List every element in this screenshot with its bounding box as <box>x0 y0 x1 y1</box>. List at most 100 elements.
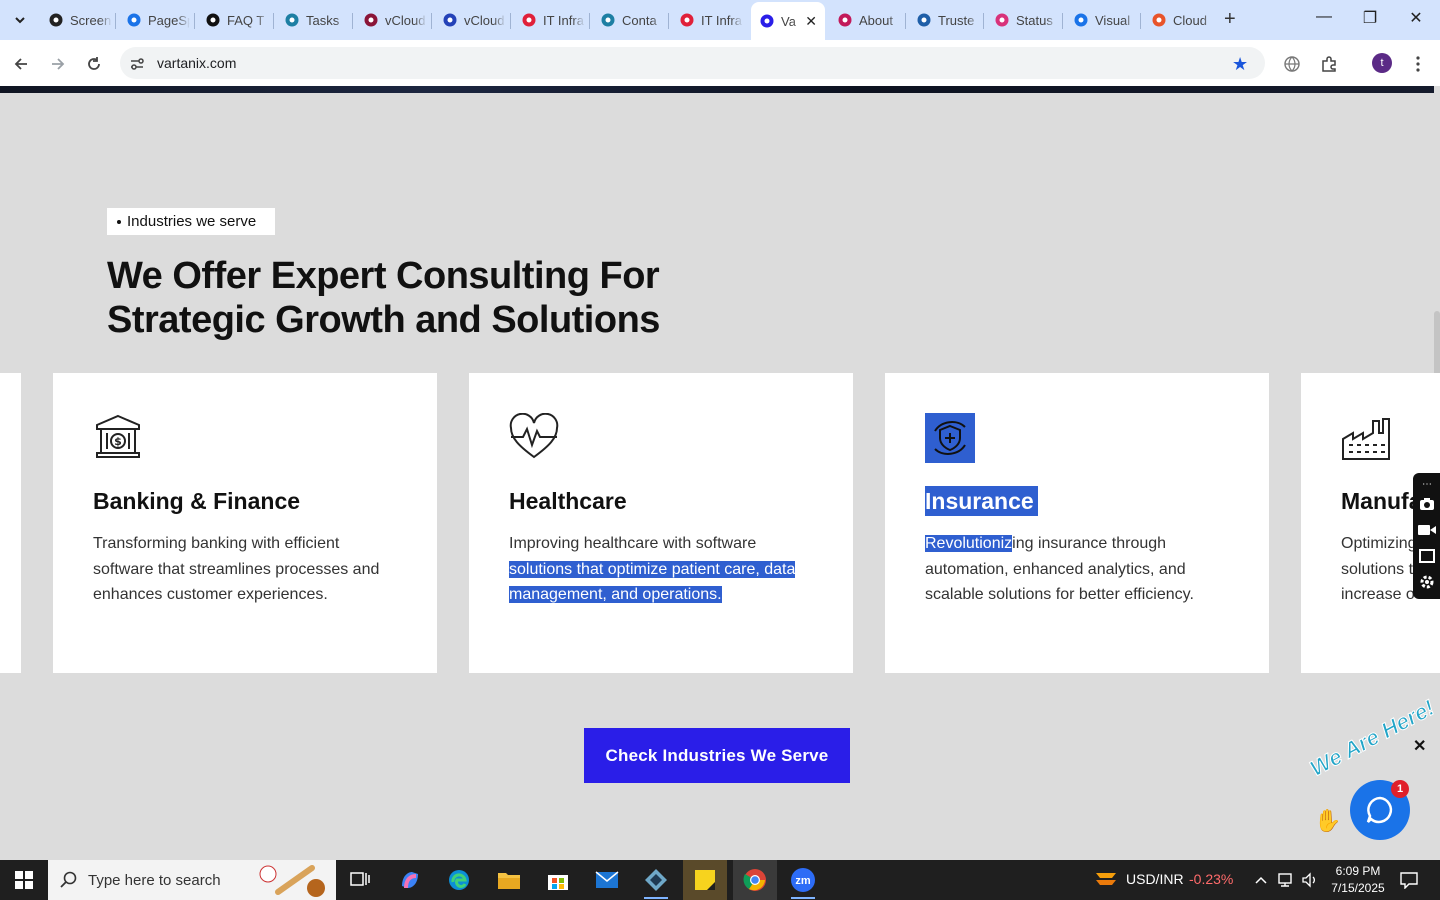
extensions-icon[interactable] <box>1318 53 1340 75</box>
industry-card-banking[interactable]: $ Banking & Finance Transforming banking… <box>53 373 437 673</box>
chat-close-icon[interactable]: ✕ <box>1413 736 1426 756</box>
sticky-notes-icon[interactable] <box>683 860 727 900</box>
tab-separator <box>431 13 432 29</box>
browser-tab[interactable]: IT Infra <box>671 6 749 34</box>
store-icon[interactable] <box>543 866 573 894</box>
tab-separator <box>510 13 511 29</box>
tab-title: vCloud <box>385 12 426 28</box>
browser-tab[interactable]: FAQ T <box>197 6 275 34</box>
gear-icon[interactable] <box>1418 573 1436 591</box>
browser-tab[interactable]: IT Infra <box>513 6 591 34</box>
tasks-icon <box>284 12 300 28</box>
pagespeed-icon <box>126 12 142 28</box>
tab-title: Conta <box>622 12 657 28</box>
industry-card-previous[interactable] <box>0 373 21 673</box>
browser-tab[interactable]: Tasks <box>276 6 354 34</box>
file-explorer-icon[interactable] <box>494 866 524 894</box>
camera-icon[interactable] <box>1418 495 1436 513</box>
zoom-app-icon[interactable]: zm <box>788 866 818 899</box>
clock-date: 7/15/2025 <box>1331 881 1385 895</box>
browser-tab[interactable]: Cloud <box>1143 6 1221 34</box>
tray-chevron-up-icon[interactable] <box>1250 866 1272 894</box>
hero-image-edge <box>0 86 1434 93</box>
currency-pair[interactable]: USD/INR <box>1126 871 1184 887</box>
volume-icon[interactable] <box>1298 866 1322 894</box>
tab-separator <box>589 13 590 29</box>
industry-card-insurance[interactable]: Insurance Revolutionizing insurance thro… <box>885 373 1269 673</box>
window-icon[interactable] <box>1418 547 1436 565</box>
selected-title: Insurance <box>925 486 1038 516</box>
browser-tab[interactable]: vCloud <box>434 6 512 34</box>
tag-icon <box>679 12 695 28</box>
tab-close-icon[interactable]: ✕ <box>805 13 817 30</box>
stock-widget-icon[interactable] <box>1091 866 1121 894</box>
tab-separator <box>1140 13 1141 29</box>
minimize-button[interactable]: — <box>1312 8 1336 26</box>
browser-tab[interactable]: Truste <box>908 6 986 34</box>
forward-button[interactable] <box>47 53 69 75</box>
currency-change: -0.23% <box>1189 871 1234 887</box>
tab-title: PageSpeed <box>148 12 190 28</box>
tab-title: vCloud <box>464 12 505 28</box>
tab-title: Cloud <box>1173 12 1207 28</box>
browser-tab[interactable]: Conta <box>592 6 670 34</box>
translate-icon[interactable] <box>1281 53 1303 75</box>
insurance-icon <box>925 413 975 463</box>
system-clock[interactable]: 6:09 PM 7/15/2025 <box>1330 863 1386 897</box>
tab-separator <box>668 13 669 29</box>
maximize-button[interactable]: ❐ <box>1358 8 1382 28</box>
chat-bubble-icon <box>1366 796 1393 824</box>
chrome-icon[interactable] <box>733 860 777 900</box>
notifications-icon[interactable] <box>1394 866 1424 894</box>
site-info-icon[interactable] <box>128 55 146 73</box>
browser-tab[interactable]: vCloud <box>355 6 433 34</box>
app-diamond-icon[interactable] <box>641 866 671 899</box>
tab-title: Va <box>781 13 796 29</box>
url-text[interactable]: vartanix.com <box>157 55 236 71</box>
tab-separator <box>273 13 274 29</box>
browser-tab[interactable]: PageSpeed <box>118 6 196 34</box>
card-description-text: Improving healthcare with software <box>509 535 757 552</box>
cloud-icon <box>1151 12 1167 28</box>
browser-tab[interactable]: Visual <box>1065 6 1143 34</box>
more-icon[interactable]: ⋯ <box>1418 475 1436 493</box>
reload-button[interactable] <box>83 53 105 75</box>
browser-tab[interactable]: Status <box>986 6 1064 34</box>
taskbar-search[interactable]: Type here to search <box>48 860 336 900</box>
browser-tab[interactable]: Va ✕ <box>751 2 825 40</box>
tab-title: Status <box>1016 12 1053 28</box>
card-description: Transforming banking with efficient soft… <box>93 535 380 603</box>
profile-avatar[interactable]: t <box>1372 53 1392 73</box>
close-window-button[interactable]: ✕ <box>1404 8 1428 28</box>
selected-text: solutions that optimize patient care, da… <box>509 560 796 603</box>
tab-title: FAQ T <box>227 12 265 28</box>
scale-icon <box>916 12 932 28</box>
browser-tab[interactable]: Screen <box>40 6 118 34</box>
copilot-icon[interactable] <box>395 866 425 894</box>
task-view-icon[interactable] <box>345 866 375 894</box>
bank-icon: $ <box>93 413 143 463</box>
menu-kebab-icon[interactable] <box>1407 53 1429 75</box>
bookmark-star-icon[interactable]: ★ <box>1232 54 1248 75</box>
tab-search-button[interactable] <box>8 8 32 32</box>
new-tab-button[interactable]: + <box>1224 9 1236 29</box>
browser-tab[interactable]: About <box>829 6 907 34</box>
tab-separator <box>983 13 984 29</box>
check-industries-button[interactable]: Check Industries We Serve <box>584 728 850 783</box>
vartanix-icon <box>759 13 775 29</box>
tab-title: Visual <box>1095 12 1131 28</box>
back-button[interactable] <box>10 53 32 75</box>
address-bar[interactable] <box>120 47 1265 79</box>
svg-text:$: $ <box>114 435 122 448</box>
selected-text: Revolutioniz <box>925 535 1013 552</box>
industry-card-healthcare[interactable]: Healthcare Improving healthcare with sof… <box>469 373 853 673</box>
mail-icon[interactable] <box>592 866 622 894</box>
search-icon <box>60 871 77 888</box>
tab-title: Screen <box>70 12 112 28</box>
check-logo-icon <box>442 12 458 28</box>
network-icon[interactable] <box>1275 866 1299 894</box>
start-button[interactable] <box>0 860 48 900</box>
edge-browser-icon[interactable] <box>444 866 474 894</box>
video-icon[interactable] <box>1418 521 1436 539</box>
waving-hand-icon: ✋ <box>1314 808 1342 833</box>
